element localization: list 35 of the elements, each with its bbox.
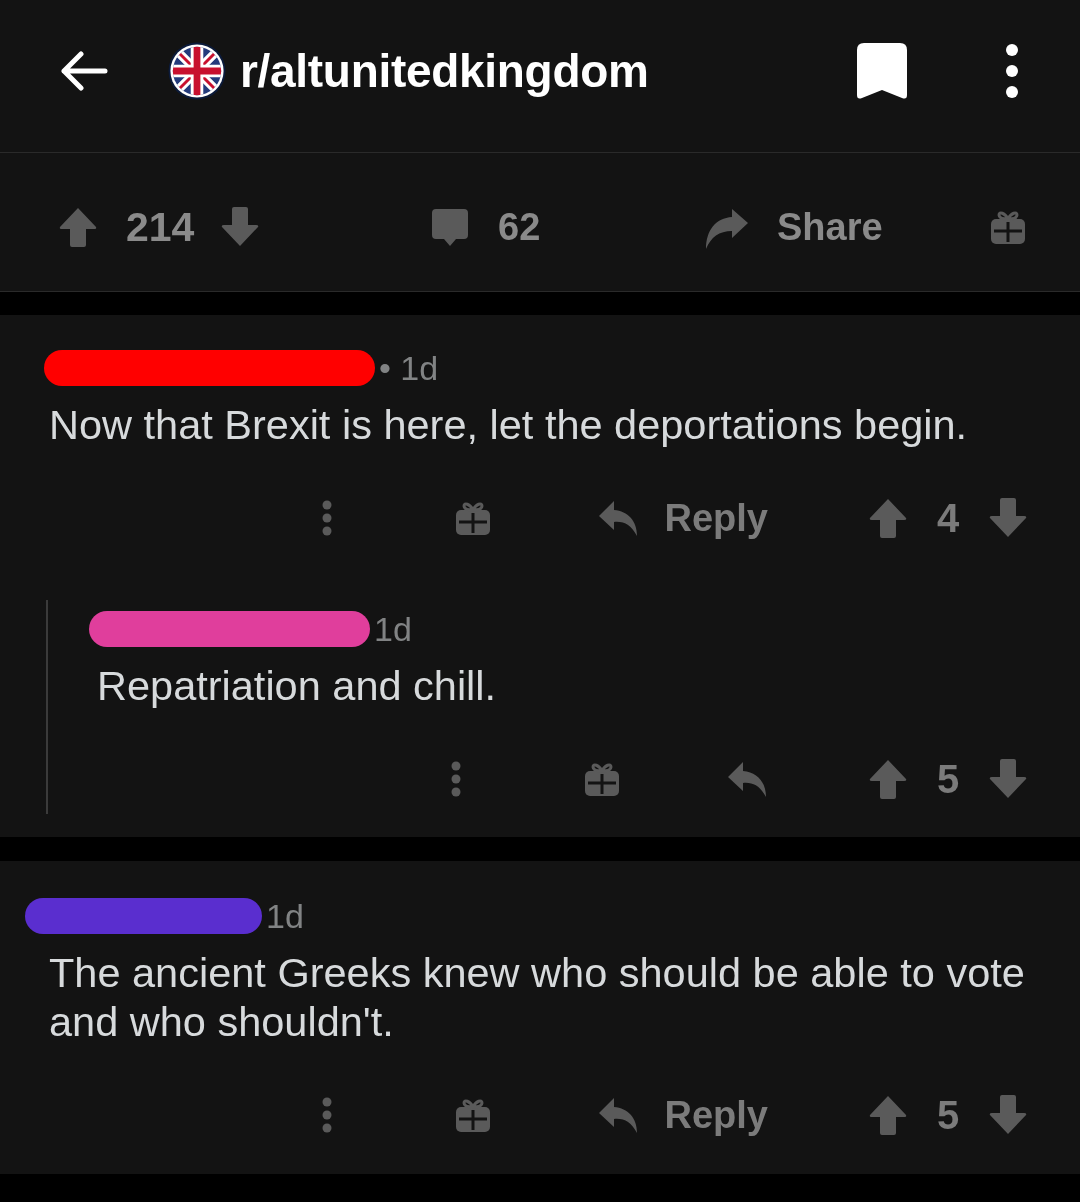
- comment-text: Repatriation and chill.: [97, 661, 498, 710]
- share-button[interactable]: Share: [703, 204, 883, 250]
- bookmark-icon[interactable]: [856, 42, 908, 100]
- back-icon[interactable]: [60, 51, 108, 91]
- upvote-icon[interactable]: [868, 1094, 908, 1136]
- flag-icon: [168, 42, 226, 100]
- vote-count: 5: [935, 756, 961, 802]
- subreddit-title[interactable]: r/altunitedkingdom: [240, 44, 649, 98]
- upvote-icon[interactable]: [868, 497, 908, 539]
- comment-icon: [430, 207, 470, 247]
- comment-text: The ancient Greeks knew who should be able to vote and who shouldn't.: [49, 948, 1026, 1046]
- comment-text: Now that Brexit is here, let the deportations begin.: [49, 400, 969, 449]
- more-icon[interactable]: [321, 500, 332, 536]
- downvote-icon[interactable]: [220, 206, 261, 248]
- upvote-icon[interactable]: [868, 758, 908, 800]
- gift-icon[interactable]: [584, 761, 620, 797]
- more-icon[interactable]: [321, 1097, 332, 1133]
- reply-button[interactable]: Reply: [596, 495, 768, 541]
- gift-icon[interactable]: [454, 1097, 491, 1133]
- gift-icon[interactable]: [454, 500, 491, 536]
- reply-button[interactable]: Reply: [596, 1092, 768, 1138]
- menu-icon[interactable]: [1005, 43, 1019, 99]
- vote-count: 214: [125, 204, 196, 250]
- vote-count: 4: [935, 495, 961, 541]
- downvote-icon[interactable]: [988, 497, 1028, 539]
- comment-time: 1d: [374, 611, 412, 647]
- gift-icon[interactable]: [990, 209, 1026, 245]
- comment-time: • 1d: [379, 350, 439, 386]
- upvote-icon[interactable]: [58, 206, 98, 248]
- comment-time: 1d: [266, 898, 304, 934]
- downvote-icon[interactable]: [988, 758, 1028, 800]
- comments-button[interactable]: 62: [430, 204, 541, 250]
- more-icon[interactable]: [451, 761, 461, 797]
- downvote-icon[interactable]: [988, 1094, 1028, 1136]
- vote-count: 5: [935, 1092, 961, 1138]
